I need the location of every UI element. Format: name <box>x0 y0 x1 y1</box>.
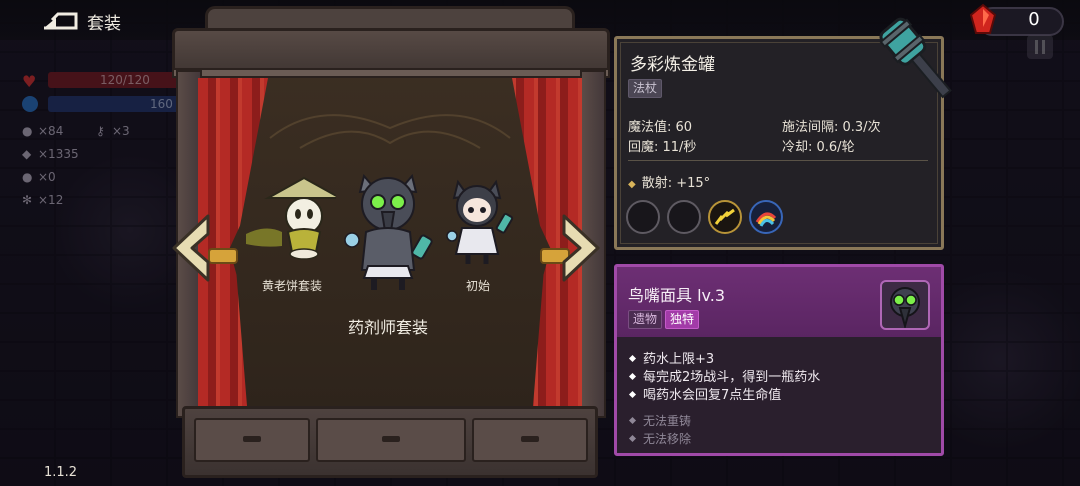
pause-icon[interactable] <box>1026 34 1054 60</box>
prev-set-button[interactable] <box>168 212 216 284</box>
stat-mana-regen: 回魔: 11/秒 <box>628 140 697 155</box>
lightning-spell-icon <box>714 208 735 225</box>
apothecary-character <box>344 173 433 290</box>
diamond-bullet-icon <box>628 434 637 443</box>
relic-effect-1: 药水上限+3 <box>628 348 714 367</box>
drawer-knob <box>243 436 261 442</box>
relic-icon-frame <box>880 280 930 330</box>
stat-mana: 魔法值: 60 <box>628 120 693 135</box>
panel-divider <box>628 160 928 161</box>
relic-type-tag: 遗物 <box>628 310 663 329</box>
spell-slot-lightning[interactable] <box>708 200 742 234</box>
set-preview-huanglaobing[interactable] <box>246 174 336 260</box>
char-label-right: 初始 <box>466 279 491 293</box>
weapon-name: 多彩炼金罐 <box>630 55 715 75</box>
diamond-bullet-icon <box>628 372 637 381</box>
plague-mask-icon <box>890 287 920 330</box>
relic-effect-3: 喝药水会回复7点生命值 <box>628 384 781 403</box>
relic-note-1: 无法重铸 <box>628 412 691 429</box>
gem-count: 0 <box>1028 9 1040 30</box>
weapon-spread: ◆ 散射: +15° <box>628 176 711 191</box>
relic-name: 鸟嘴面具 lv.3 <box>628 286 726 305</box>
drawer-knob <box>382 436 400 442</box>
relic-note-2: 无法移除 <box>628 430 691 447</box>
chevron-right-icon <box>562 214 600 282</box>
stage-ornament <box>269 114 511 149</box>
spell-slot-rainbow[interactable] <box>749 200 783 234</box>
drawer-knob <box>521 436 539 442</box>
char-label-left: 黄老饼套装 <box>262 279 323 293</box>
current-set-name: 药剂师套装 <box>347 318 428 337</box>
page-title: 套装 <box>87 14 121 34</box>
huanglaobing-character <box>246 176 336 260</box>
next-set-button[interactable] <box>556 212 604 284</box>
weapon-type-tag: 法杖 <box>628 79 663 98</box>
set-preview-initial[interactable] <box>444 176 524 266</box>
back-button[interactable] <box>40 8 80 32</box>
diamond-bullet-icon: ◆ <box>628 179 636 190</box>
curtain-rod <box>172 68 610 78</box>
stat-cast-interval: 施法间隔: 0.3/次 <box>782 120 881 135</box>
spell-slot-empty-2[interactable] <box>667 200 701 234</box>
initial-character <box>446 179 514 264</box>
alchemy-staff-icon <box>879 17 952 99</box>
stat-cooldown: 冷却: 0.6/轮 <box>782 140 855 155</box>
rainbow-spell-icon <box>755 212 777 227</box>
set-preview-apothecary[interactable] <box>338 166 442 292</box>
red-gem-icon <box>969 3 997 34</box>
diamond-bullet-icon <box>628 390 637 399</box>
chevron-left-icon <box>172 214 210 282</box>
relic-rarity-tag: 独特 <box>665 310 700 329</box>
diamond-bullet-icon <box>628 416 637 425</box>
diamond-bullet-icon <box>628 354 637 363</box>
back-arrow-icon <box>44 12 78 30</box>
spell-slot-empty-1[interactable] <box>626 200 660 234</box>
version-label: 1.1.2 <box>44 465 78 480</box>
relic-effect-2: 每完成2场战斗，得到一瓶药水 <box>628 366 820 385</box>
